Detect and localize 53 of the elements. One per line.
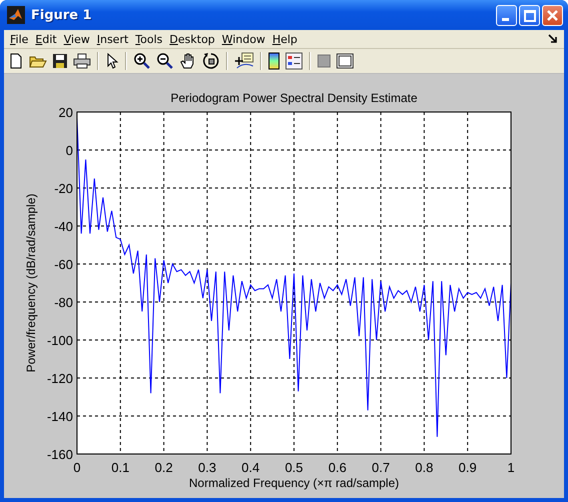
rotate-icon[interactable] bbox=[202, 52, 220, 70]
menu-item[interactable]: Tools bbox=[132, 32, 167, 46]
menu-item[interactable]: Insert bbox=[94, 32, 132, 46]
x-tick-label: 0.9 bbox=[458, 460, 477, 475]
x-tick-label: 0.1 bbox=[111, 460, 130, 475]
legend-icon[interactable] bbox=[285, 52, 303, 70]
dock-arrow-icon[interactable] bbox=[548, 34, 558, 44]
y-tick-label: -60 bbox=[54, 257, 73, 272]
y-tick-label: 20 bbox=[58, 105, 73, 120]
y-tick-label: -140 bbox=[46, 409, 73, 424]
chart-title: Periodogram Power Spectral Density Estimate bbox=[170, 91, 418, 105]
hide-plot-tools-icon[interactable] bbox=[317, 54, 331, 68]
maximize-button[interactable] bbox=[519, 4, 540, 26]
y-tick-label: -80 bbox=[54, 295, 73, 310]
save-icon[interactable] bbox=[52, 53, 68, 69]
x-axis-label: Normalized Frequency (×π rad/sample) bbox=[188, 476, 400, 490]
y-tick-label: -20 bbox=[54, 181, 73, 196]
print-icon[interactable] bbox=[73, 53, 91, 69]
menu-item[interactable]: Edit bbox=[32, 32, 61, 46]
x-tick-label: 0.6 bbox=[328, 460, 346, 475]
close-button[interactable] bbox=[542, 4, 563, 26]
x-tick-label: 0.3 bbox=[198, 460, 216, 475]
x-tick-label: 0.7 bbox=[372, 460, 390, 475]
y-tick-label: -40 bbox=[54, 219, 73, 234]
x-tick-label: 1 bbox=[507, 460, 515, 475]
menu-item[interactable]: View bbox=[60, 32, 94, 46]
x-tick-label: 0.4 bbox=[242, 460, 260, 475]
y-tick-label: -160 bbox=[46, 447, 73, 462]
zoom-out-icon[interactable] bbox=[156, 52, 174, 70]
menu-item[interactable]: Desktop bbox=[166, 32, 219, 46]
maximize-icon bbox=[524, 10, 536, 22]
new-file-icon[interactable] bbox=[8, 53, 24, 69]
y-tick-label: 0 bbox=[66, 143, 73, 158]
minimize-icon bbox=[502, 18, 509, 20]
x-tick-label: 0 bbox=[73, 460, 81, 475]
data-cursor-icon[interactable] bbox=[234, 52, 254, 70]
x-tick-label: 0.8 bbox=[415, 460, 434, 475]
menu-item[interactable]: Window bbox=[218, 32, 270, 46]
menu-item[interactable]: File bbox=[7, 32, 32, 46]
y-tick-label: -100 bbox=[46, 333, 73, 348]
figure-logo-icon bbox=[7, 6, 25, 24]
y-axis-label: Power/frequency (dB/rad/sample) bbox=[24, 194, 38, 372]
window-title: Figure 1 bbox=[31, 8, 93, 22]
colorbar-icon[interactable] bbox=[268, 52, 280, 70]
x-tick-label: 0.2 bbox=[154, 460, 173, 475]
y-tick-label: -120 bbox=[46, 371, 73, 386]
zoom-in-icon[interactable] bbox=[133, 52, 151, 70]
show-plot-tools-icon[interactable] bbox=[336, 53, 354, 69]
close-icon bbox=[547, 10, 558, 20]
pointer-icon[interactable] bbox=[105, 53, 119, 69]
x-tick-label: 0.5 bbox=[284, 460, 304, 475]
minimize-button[interactable] bbox=[496, 4, 517, 26]
menu-item[interactable]: Help bbox=[269, 32, 302, 46]
